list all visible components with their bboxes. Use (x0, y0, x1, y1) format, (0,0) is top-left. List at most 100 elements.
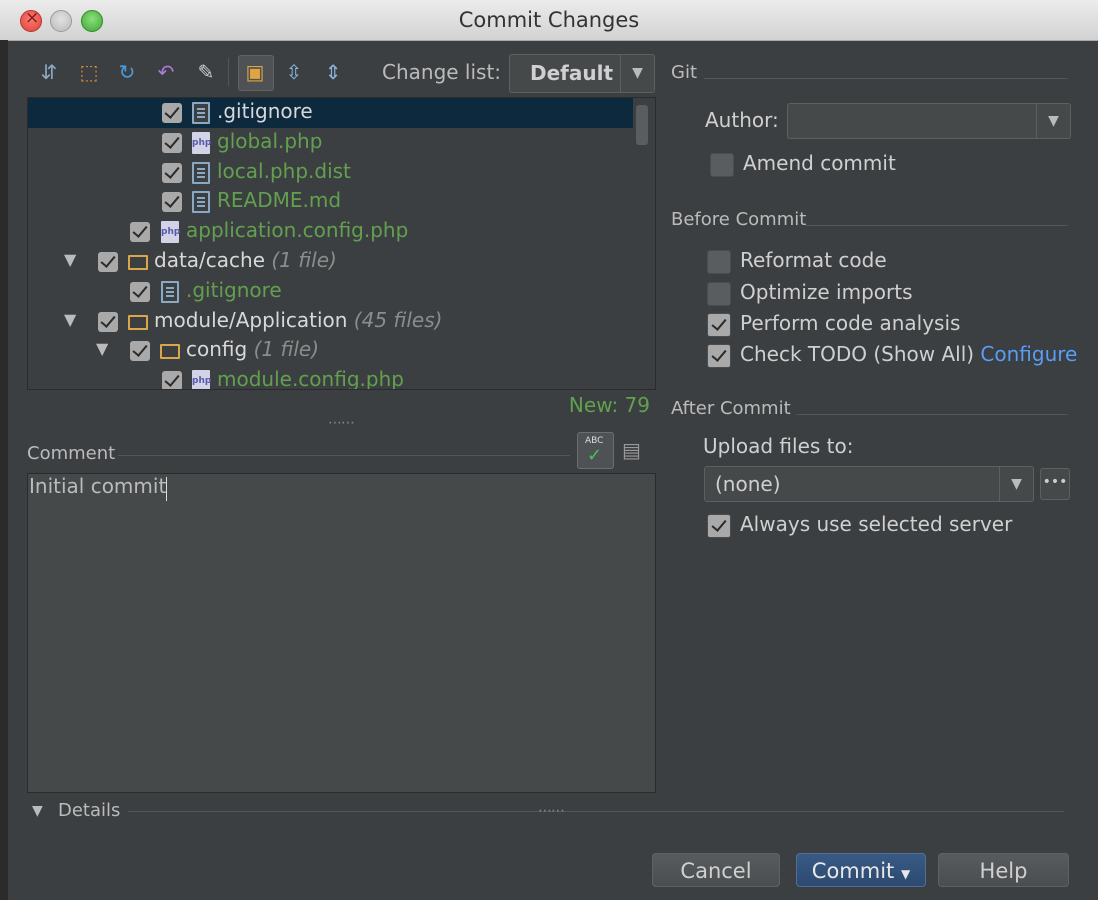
window-title: Commit Changes (458, 8, 640, 32)
after-commit-title: After Commit (671, 398, 791, 419)
always-use-server-label[interactable]: Always use selected server (740, 512, 1012, 536)
folder-name: config (1 file) (186, 337, 319, 361)
file-name: global.php (217, 129, 323, 153)
tree-row[interactable]: README.md (28, 187, 633, 217)
rollback-icon[interactable]: ↶ (153, 58, 179, 86)
comment-divider (118, 455, 570, 456)
row-checkbox[interactable] (98, 312, 118, 332)
tree-row[interactable]: php module.config.php (28, 366, 633, 389)
file-count: (45 files) (353, 308, 443, 332)
check-icon: ✓ (587, 445, 603, 466)
row-checkbox[interactable] (162, 133, 182, 153)
tree-row[interactable]: php application.config.php (28, 217, 633, 247)
git-section-title: Git (671, 62, 698, 83)
details-label[interactable]: Details (58, 800, 120, 821)
row-checkbox[interactable] (162, 371, 182, 389)
commit-label: Commit (811, 859, 895, 883)
expand-triangle-icon[interactable]: ▼ (96, 339, 108, 358)
collapse-all-icon[interactable]: ⇕ (320, 58, 346, 86)
before-commit-title: Before Commit (671, 209, 807, 230)
tree-row[interactable]: .gitignore (28, 277, 633, 307)
text-file-icon (192, 191, 210, 213)
tree-row[interactable]: ▼ config (1 file) (28, 336, 633, 366)
folder-label: data/cache (154, 248, 266, 272)
optimize-imports-checkbox[interactable] (707, 282, 731, 306)
upload-server-combo[interactable]: (none) ▼ (704, 466, 1034, 502)
background-window-edge (0, 40, 8, 900)
commit-button[interactable]: Commit ▼ (796, 853, 926, 887)
details-splitter-grip-icon[interactable]: ⋯⋯ (538, 803, 565, 819)
row-checkbox[interactable] (162, 192, 182, 212)
folder-icon (128, 315, 148, 330)
changelist-combo[interactable]: Default ▼ (509, 54, 655, 93)
expand-triangle-icon[interactable]: ▼ (64, 310, 76, 329)
row-checkbox[interactable] (130, 222, 150, 242)
expand-all-icon[interactable]: ⇳ (281, 58, 307, 86)
configure-link[interactable]: Configure (980, 342, 1077, 366)
changelist-label: Change list: (382, 60, 502, 84)
text-file-icon (192, 102, 210, 124)
reformat-code-label[interactable]: Reformat code (740, 248, 887, 272)
text-caret (166, 477, 167, 501)
chevron-down-icon: ▼ (1036, 104, 1070, 138)
chevron-down-icon: ▼ (620, 55, 654, 92)
commit-message-textarea[interactable] (27, 473, 656, 793)
edit-source-icon[interactable]: ✎ (193, 58, 219, 86)
php-file-icon: php (192, 132, 211, 154)
text-file-icon (161, 281, 179, 303)
row-checkbox[interactable] (130, 341, 150, 361)
help-button[interactable]: Help (938, 853, 1069, 887)
splitter-grip-icon[interactable]: ⋯⋯ (328, 415, 355, 431)
collapse-triangle-icon[interactable]: ▼ (32, 803, 43, 819)
expand-triangle-icon[interactable]: ▼ (64, 250, 76, 269)
spellcheck-button[interactable]: ABC ✓ (577, 432, 614, 469)
author-label: Author: (705, 108, 779, 132)
cancel-button[interactable]: Cancel (652, 853, 780, 887)
amend-commit-checkbox[interactable] (710, 153, 734, 177)
changelist-value: Default (530, 61, 614, 85)
file-name: README.md (217, 188, 342, 212)
check-todo-text: Check TODO (Show All) (740, 342, 975, 366)
perform-analysis-label[interactable]: Perform code analysis (740, 311, 960, 335)
move-to-changelist-icon[interactable]: ⬚ (76, 58, 102, 86)
before-commit-divider (806, 225, 1068, 226)
tree-row[interactable]: php global.php (28, 128, 633, 158)
upload-server-value: (none) (715, 472, 781, 496)
tree-row[interactable]: .gitignore (28, 98, 633, 128)
tree-scrollbar-thumb[interactable] (636, 105, 648, 145)
browse-servers-button[interactable]: ••• (1040, 468, 1070, 500)
after-commit-divider (796, 414, 1068, 415)
php-file-icon: php (161, 221, 180, 243)
row-checkbox[interactable] (162, 103, 182, 123)
refresh-icon[interactable]: ↻ (114, 58, 140, 86)
row-checkbox[interactable] (162, 163, 182, 183)
commit-history-icon[interactable]: ▤ (622, 438, 644, 462)
commit-diff-icon[interactable]: ⇵ (36, 58, 62, 86)
author-combo[interactable]: ▼ (787, 103, 1071, 139)
perform-analysis-checkbox[interactable] (707, 313, 731, 337)
optimize-imports-label[interactable]: Optimize imports (740, 280, 913, 304)
row-checkbox[interactable] (130, 282, 150, 302)
tree-row[interactable]: ▼ module/Application (45 files) (28, 307, 633, 337)
file-name: application.config.php (186, 218, 409, 242)
folder-label: module/Application (154, 308, 348, 332)
tree-row[interactable]: ▼ data/cache (1 file) (28, 247, 633, 277)
file-count: (1 file) (271, 248, 337, 272)
chevron-down-icon: ▼ (900, 867, 911, 881)
git-divider (704, 78, 1068, 79)
check-todo-label[interactable]: Check TODO (Show All) Configure (740, 342, 1077, 366)
tree-row[interactable]: local.php.dist (28, 158, 633, 188)
folder-name: data/cache (1 file) (154, 248, 337, 272)
always-use-server-checkbox[interactable] (707, 514, 731, 538)
group-by-directory-icon[interactable]: ▣ (242, 58, 268, 86)
folder-name: module/Application (45 files) (154, 308, 442, 332)
file-name: local.php.dist (217, 159, 351, 183)
row-checkbox[interactable] (98, 252, 118, 272)
check-todo-checkbox[interactable] (707, 344, 731, 368)
changes-tree[interactable]: .gitignore php global.php local.php.dist… (27, 97, 656, 390)
amend-commit-label[interactable]: Amend commit (743, 151, 896, 175)
folder-icon (160, 344, 180, 359)
reformat-code-checkbox[interactable] (707, 250, 731, 274)
chevron-down-icon: ▼ (999, 467, 1033, 501)
details-divider (128, 811, 1064, 812)
